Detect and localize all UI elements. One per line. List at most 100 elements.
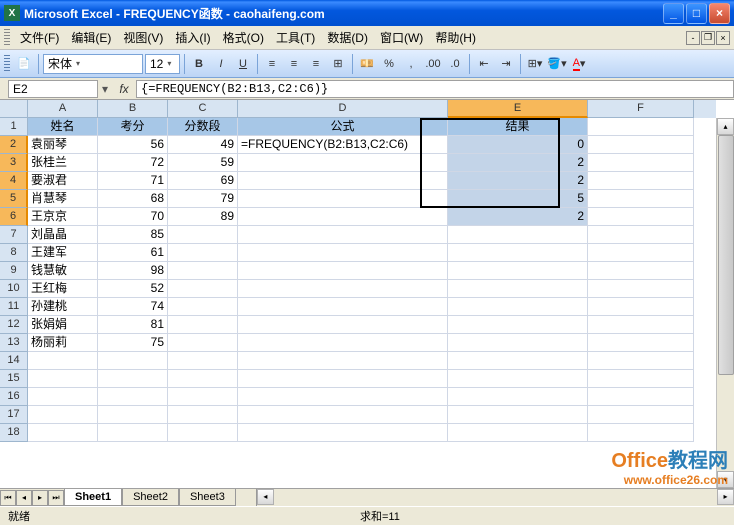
cell-C4[interactable]: 69 bbox=[168, 172, 238, 190]
cell-D10[interactable] bbox=[238, 280, 448, 298]
cell-C18[interactable] bbox=[168, 424, 238, 442]
borders-button[interactable]: ⊞▾ bbox=[525, 54, 545, 74]
cell-D9[interactable] bbox=[238, 262, 448, 280]
row-header-13[interactable]: 13 bbox=[0, 334, 28, 352]
minimize-button[interactable]: _ bbox=[663, 3, 684, 24]
tab-nav-next[interactable]: ▸ bbox=[32, 490, 48, 506]
toolbar-grip[interactable] bbox=[4, 55, 10, 73]
name-box[interactable]: E2 bbox=[8, 80, 98, 98]
hscroll-right-button[interactable]: ▸ bbox=[717, 489, 734, 505]
merge-button[interactable]: ⊞ bbox=[328, 54, 348, 74]
close-button[interactable]: × bbox=[709, 3, 730, 24]
cell-D17[interactable] bbox=[238, 406, 448, 424]
cell-D11[interactable] bbox=[238, 298, 448, 316]
cell-C15[interactable] bbox=[168, 370, 238, 388]
font-name-combo[interactable]: 宋体▾ bbox=[43, 54, 143, 74]
cell-C11[interactable] bbox=[168, 298, 238, 316]
font-size-combo[interactable]: 12▾ bbox=[145, 54, 180, 74]
cell-B3[interactable]: 72 bbox=[98, 154, 168, 172]
cell-F18[interactable] bbox=[588, 424, 694, 442]
cell-B2[interactable]: 56 bbox=[98, 136, 168, 154]
cell-E1[interactable]: 结果 bbox=[448, 118, 588, 136]
cell-C5[interactable]: 79 bbox=[168, 190, 238, 208]
cell-E17[interactable] bbox=[448, 406, 588, 424]
cell-A11[interactable]: 孙建桃 bbox=[28, 298, 98, 316]
cell-C17[interactable] bbox=[168, 406, 238, 424]
cell-E18[interactable] bbox=[448, 424, 588, 442]
font-color-button[interactable]: A▾ bbox=[569, 54, 589, 74]
formula-input[interactable]: {=FREQUENCY(B2:B13,C2:C6)} bbox=[136, 80, 734, 98]
hscroll-left-button[interactable]: ◂ bbox=[257, 489, 274, 505]
cell-D12[interactable] bbox=[238, 316, 448, 334]
cell-A1[interactable]: 姓名 bbox=[28, 118, 98, 136]
row-header-8[interactable]: 8 bbox=[0, 244, 28, 262]
cell-A12[interactable]: 张娟娟 bbox=[28, 316, 98, 334]
doc-restore-button[interactable]: ❐ bbox=[701, 31, 715, 45]
cell-F1[interactable] bbox=[588, 118, 694, 136]
cell-D1[interactable]: 公式 bbox=[238, 118, 448, 136]
cell-E11[interactable] bbox=[448, 298, 588, 316]
cell-E2[interactable]: 0 bbox=[448, 136, 588, 154]
toolbar-button[interactable]: 📄 bbox=[14, 54, 34, 74]
menu-format[interactable]: 格式(O) bbox=[217, 27, 270, 48]
cell-B7[interactable]: 85 bbox=[98, 226, 168, 244]
cell-F16[interactable] bbox=[588, 388, 694, 406]
col-header-F[interactable]: F bbox=[588, 100, 694, 118]
menu-window[interactable]: 窗口(W) bbox=[374, 27, 429, 48]
cell-E3[interactable]: 2 bbox=[448, 154, 588, 172]
menu-help[interactable]: 帮助(H) bbox=[429, 27, 482, 48]
cell-B8[interactable]: 61 bbox=[98, 244, 168, 262]
decrease-indent-button[interactable]: ⇤ bbox=[474, 54, 494, 74]
row-header-12[interactable]: 12 bbox=[0, 316, 28, 334]
cell-A9[interactable]: 钱慧敏 bbox=[28, 262, 98, 280]
name-box-dropdown[interactable]: ▾ bbox=[98, 82, 112, 96]
cell-E14[interactable] bbox=[448, 352, 588, 370]
currency-button[interactable]: 💴 bbox=[357, 54, 377, 74]
cell-A16[interactable] bbox=[28, 388, 98, 406]
cell-B6[interactable]: 70 bbox=[98, 208, 168, 226]
menu-edit[interactable]: 编辑(E) bbox=[65, 27, 117, 48]
cell-B4[interactable]: 71 bbox=[98, 172, 168, 190]
row-header-6[interactable]: 6 bbox=[0, 208, 28, 226]
cell-B9[interactable]: 98 bbox=[98, 262, 168, 280]
col-header-C[interactable]: C bbox=[168, 100, 238, 118]
bold-button[interactable]: B bbox=[189, 54, 209, 74]
cell-C16[interactable] bbox=[168, 388, 238, 406]
tab-nav-first[interactable]: ⏮ bbox=[0, 490, 16, 506]
doc-minimize-button[interactable]: - bbox=[686, 31, 700, 45]
menubar-grip[interactable] bbox=[4, 29, 10, 47]
cell-F12[interactable] bbox=[588, 316, 694, 334]
row-header-5[interactable]: 5 bbox=[0, 190, 28, 208]
cell-C9[interactable] bbox=[168, 262, 238, 280]
cell-C8[interactable] bbox=[168, 244, 238, 262]
scroll-thumb[interactable] bbox=[718, 135, 734, 375]
cell-F15[interactable] bbox=[588, 370, 694, 388]
cell-F14[interactable] bbox=[588, 352, 694, 370]
cell-C1[interactable]: 分数段 bbox=[168, 118, 238, 136]
cell-A14[interactable] bbox=[28, 352, 98, 370]
row-header-14[interactable]: 14 bbox=[0, 352, 28, 370]
horizontal-scrollbar[interactable]: ◂ ▸ bbox=[256, 489, 734, 506]
vertical-scrollbar[interactable]: ▴ ▾ bbox=[716, 118, 734, 488]
fx-button[interactable]: fx bbox=[112, 82, 136, 96]
cell-C6[interactable]: 89 bbox=[168, 208, 238, 226]
increase-indent-button[interactable]: ⇥ bbox=[496, 54, 516, 74]
cell-F8[interactable] bbox=[588, 244, 694, 262]
decrease-decimal-button[interactable]: .0 bbox=[445, 54, 465, 74]
cell-E15[interactable] bbox=[448, 370, 588, 388]
row-header-17[interactable]: 17 bbox=[0, 406, 28, 424]
tab-nav-prev[interactable]: ◂ bbox=[16, 490, 32, 506]
row-header-3[interactable]: 3 bbox=[0, 154, 28, 172]
row-header-4[interactable]: 4 bbox=[0, 172, 28, 190]
cell-C14[interactable] bbox=[168, 352, 238, 370]
cell-D13[interactable] bbox=[238, 334, 448, 352]
cell-E10[interactable] bbox=[448, 280, 588, 298]
cell-F7[interactable] bbox=[588, 226, 694, 244]
cell-F2[interactable] bbox=[588, 136, 694, 154]
cell-B16[interactable] bbox=[98, 388, 168, 406]
cell-B5[interactable]: 68 bbox=[98, 190, 168, 208]
cell-F6[interactable] bbox=[588, 208, 694, 226]
menu-data[interactable]: 数据(D) bbox=[321, 27, 374, 48]
cell-A4[interactable]: 要淑君 bbox=[28, 172, 98, 190]
col-header-A[interactable]: A bbox=[28, 100, 98, 118]
